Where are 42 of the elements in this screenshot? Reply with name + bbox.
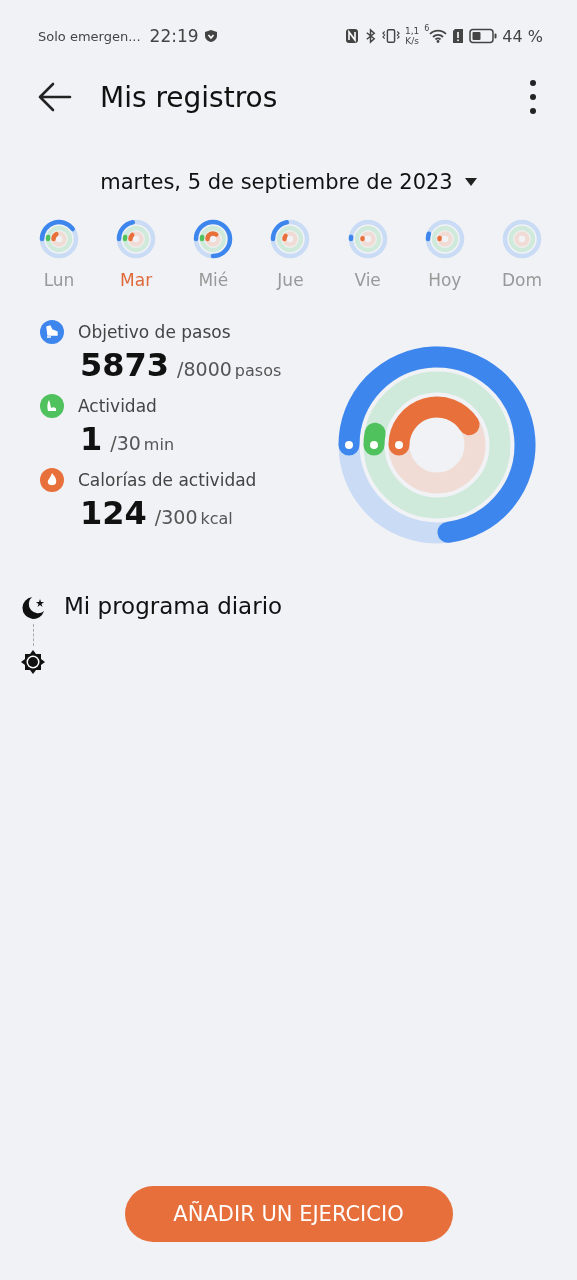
wifi-label: 6 (424, 24, 430, 33)
metric-label: Calorías de actividad (78, 470, 257, 490)
sun-icon (20, 649, 46, 675)
metric-goal: /300 (154, 506, 198, 528)
shoe-icon (40, 320, 64, 344)
back-button[interactable] (38, 82, 72, 112)
metric-goal: /8000 (177, 358, 232, 380)
metric-value: 124 (80, 494, 147, 532)
caret-icon (464, 178, 477, 186)
metric-unit: min (143, 435, 174, 454)
day-tab[interactable]: Vie (342, 216, 393, 290)
battery-percent: 44 % (502, 26, 543, 46)
day-tab[interactable]: Mar (111, 216, 162, 290)
day-tab[interactable]: Jue (265, 216, 316, 290)
date-dropdown[interactable]: martes, 5 de septiembre de 2023 (100, 170, 477, 194)
speed-value: 1,1 (404, 26, 420, 36)
flame-icon (40, 468, 64, 492)
battery-icon (469, 28, 498, 44)
day-tab[interactable]: Dom (496, 216, 547, 290)
moon-star-icon (20, 595, 46, 621)
day-tab[interactable]: Lun (34, 216, 84, 290)
metric-goal: /30 (110, 432, 141, 454)
more-menu-button[interactable] (529, 79, 537, 115)
clock-time: 22:19 (149, 26, 199, 46)
add-exercise-button[interactable]: AÑADIR UN EJERCICIO (124, 1186, 453, 1242)
metric-value: 5873 (80, 346, 170, 384)
metric-unit: kcal (200, 509, 233, 528)
metric-label: Objetivo de pasos (78, 322, 231, 342)
metric-unit: pasos (234, 361, 282, 380)
page-title: Mis registros (100, 80, 278, 114)
alert-sim-icon (452, 28, 465, 44)
carrier-text: Solo emergen... (38, 28, 141, 44)
vibrate-icon (381, 28, 400, 44)
heart-shield-icon (203, 29, 218, 43)
day-tab[interactable]: Hoy (419, 216, 470, 290)
program-title: Mi programa diario (64, 593, 283, 619)
wifi-icon (429, 29, 448, 43)
day-tab[interactable]: Mié (188, 216, 239, 290)
metric-label: Actividad (78, 396, 157, 416)
nfc-icon (344, 28, 359, 44)
speed-unit: K/s (405, 36, 419, 46)
metric-value: 1 (80, 420, 103, 458)
